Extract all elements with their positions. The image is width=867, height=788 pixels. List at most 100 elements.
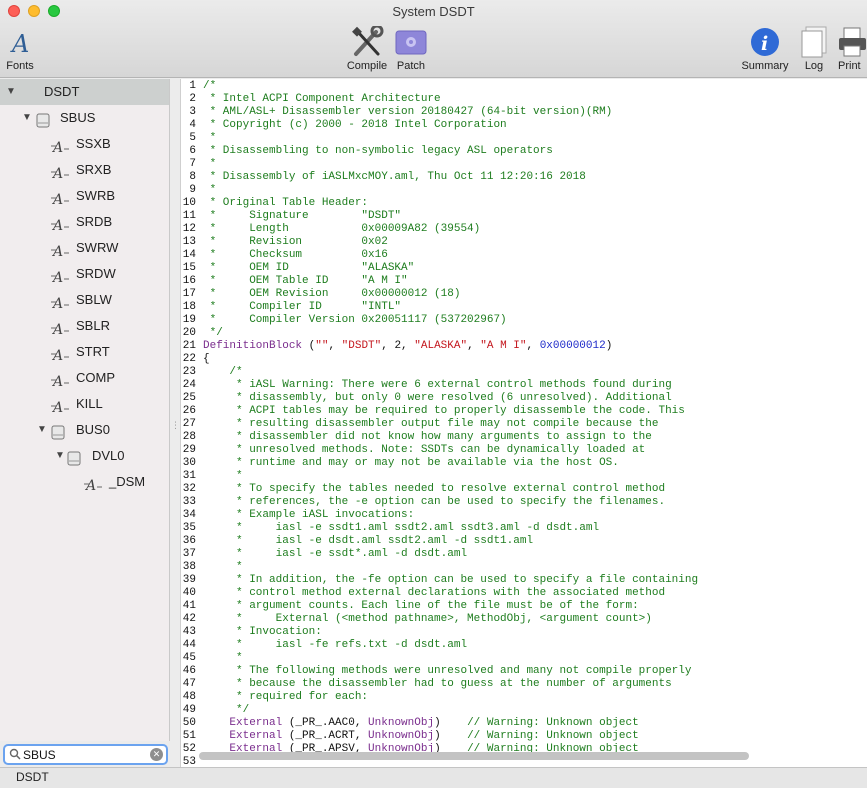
code-line[interactable]: 5 * [181,132,867,145]
code-line[interactable]: 21 DefinitionBlock ("", "DSDT", 2, "ALASK… [181,340,867,353]
disclosure-triangle-icon[interactable]: ▼ [6,79,16,105]
sidebar-item-label: COMP [76,370,115,385]
horizontal-scrollbar[interactable] [199,752,749,760]
line-number: 27 [182,418,196,430]
sidebar-item-label: DVL0 [92,448,125,463]
code-line[interactable]: 15 * OEM ID "ALASKA" [181,262,867,275]
split-handle-icon[interactable]: ⋮ [171,420,180,431]
code-line[interactable]: 34 * Example iASL invocations: [181,509,867,522]
code-line[interactable]: 4 * Copyright (c) 2000 - 2018 Intel Corp… [181,119,867,132]
code-line[interactable]: 23 /* [181,366,867,379]
code-line[interactable]: 31 * [181,470,867,483]
code-line[interactable]: 43 * Invocation: [181,626,867,639]
code-text: * [203,184,217,197]
line-number: 51 [182,730,196,742]
log-button[interactable]: Log [799,26,829,72]
sidebar-item[interactable]: A SBLW [0,287,169,313]
print-button[interactable]: Print [838,26,867,72]
disclosure-triangle-icon[interactable]: ▼ [22,105,32,131]
code-line[interactable]: 48 * required for each: [181,691,867,704]
code-line[interactable]: 41 * argument counts. Each line of the f… [181,600,867,613]
code-line[interactable]: 9 * [181,184,867,197]
code-line[interactable]: 47 * because the disassembler had to gue… [181,678,867,691]
code-line[interactable]: 29 * unresolved methods. Note: SSDTs can… [181,444,867,457]
code-line[interactable]: 11 * Signature "DSDT" [181,210,867,223]
sidebar-item[interactable]: A SRDW [0,261,169,287]
code-text: { [203,353,210,366]
code-line[interactable]: 32 * To specify the tables needed to res… [181,483,867,496]
sidebar-item[interactable]: ▼ DSDT [0,79,169,105]
line-number: 13 [182,236,196,248]
sidebar-item[interactable]: A STRT [0,339,169,365]
sidebar-item[interactable]: A SWRW [0,235,169,261]
code-line[interactable]: 36 * iasl -e dsdt.aml ssdt2.aml -d ssdt1… [181,535,867,548]
sidebar-item[interactable]: ▼ DVL0 [0,443,169,469]
code-line[interactable]: 8 * Disassembly of iASLMxcMOY.aml, Thu O… [181,171,867,184]
code-line[interactable]: 19 * Compiler Version 0x20051117 (537202… [181,314,867,327]
summary-button[interactable]: i Summary [739,26,791,72]
patch-button[interactable]: Patch [394,26,428,72]
code-line[interactable]: 50 External (_PR_.AAC0, UnknownObj) // W… [181,717,867,730]
code-line[interactable]: 28 * disassembler did not know how many … [181,431,867,444]
clear-search-icon[interactable]: ✕ [150,748,163,761]
sidebar-item[interactable]: A COMP [0,365,169,391]
sidebar-item[interactable]: A SSXB [0,131,169,157]
code-token: * because the disassembler had to guess … [203,678,672,690]
code-line[interactable]: 13 * Revision 0x02 [181,236,867,249]
disclosure-triangle-icon[interactable]: ▼ [55,443,65,469]
search-input[interactable] [23,747,143,762]
line-number: 8 [189,171,196,183]
code-line[interactable]: 49 */ [181,704,867,717]
code-line[interactable]: 1 /* [181,80,867,93]
code-line[interactable]: 45 * [181,652,867,665]
sidebar-item[interactable]: ▼ SBUS [0,105,169,131]
code-token: * Disassembly of iASLMxcMOY.aml, Thu Oct… [203,171,586,183]
code-token: * AML/ASL+ Disassembler version 20180427… [203,106,613,118]
code-text: * To specify the tables needed to resolv… [203,483,665,496]
code-line[interactable]: 33 * references, the -e option can be us… [181,496,867,509]
code-line[interactable]: 42 * External (<method pathname>, Method… [181,613,867,626]
code-line[interactable]: 46 * The following methods were unresolv… [181,665,867,678]
code-editor[interactable]: 1/* 2 * Intel ACPI Component Architecture… [180,79,867,767]
sidebar-item[interactable]: A _DSM [0,469,169,495]
sidebar-item[interactable]: A SWRB [0,183,169,209]
code-line[interactable]: 51 External (_PR_.ACRT, UnknownObj) // W… [181,730,867,743]
code-line[interactable]: 27 * resulting disassembler output file … [181,418,867,431]
code-line[interactable]: 24 * iASL Warning: There were 6 external… [181,379,867,392]
code-line[interactable]: 10 * Original Table Header: [181,197,867,210]
code-token: "A M I" [480,340,527,352]
code-line[interactable]: 38 * [181,561,867,574]
code-line[interactable]: 44 * iasl -fe refs.txt -d dsdt.aml [181,639,867,652]
code-line[interactable]: 12 * Length 0x00009A82 (39554) [181,223,867,236]
code-line[interactable]: 37 * iasl -e ssdt*.aml -d dsdt.aml [181,548,867,561]
sidebar-item[interactable]: A SBLR [0,313,169,339]
code-line[interactable]: 30 * runtime and may or may not be avail… [181,457,867,470]
compile-button[interactable]: Compile [344,26,390,72]
sidebar-item[interactable]: A SRXB [0,157,169,183]
code-line[interactable]: 39 * In addition, the -fe option can be … [181,574,867,587]
code-line[interactable]: 40 * control method external declaration… [181,587,867,600]
code-line[interactable]: 2 * Intel ACPI Component Architecture [181,93,867,106]
code-view[interactable]: 1/* 2 * Intel ACPI Component Architecture… [181,80,867,767]
code-line[interactable]: 26 * ACPI tables may be required to prop… [181,405,867,418]
code-line[interactable]: 20 */ [181,327,867,340]
disclosure-triangle-icon[interactable]: ▼ [37,417,47,443]
search-field[interactable]: ✕ [3,744,168,765]
code-line[interactable]: 35 * iasl -e ssdt1.aml ssdt2.aml ssdt3.a… [181,522,867,535]
code-line[interactable]: 6 * Disassembling to non-symbolic legacy… [181,145,867,158]
code-line[interactable]: 22 { [181,353,867,366]
code-token: * iasl -e ssdt1.aml ssdt2.aml ssdt3.aml … [203,522,600,534]
code-line[interactable]: 14 * Checksum 0x16 [181,249,867,262]
sidebar-item[interactable]: ▼ BUS0 [0,417,169,443]
code-line[interactable]: 25 * disassembly, but only 0 were resolv… [181,392,867,405]
line-number: 31 [182,470,196,482]
code-line[interactable]: 7 * [181,158,867,171]
fonts-button[interactable]: A Fonts [5,26,35,72]
line-number: 11 [182,210,196,222]
code-line[interactable]: 18 * Compiler ID "INTL" [181,301,867,314]
sidebar-item[interactable]: A KILL [0,391,169,417]
code-line[interactable]: 16 * OEM Table ID "A M I" [181,275,867,288]
sidebar-item[interactable]: A SRDB [0,209,169,235]
code-line[interactable]: 17 * OEM Revision 0x00000012 (18) [181,288,867,301]
code-line[interactable]: 3 * AML/ASL+ Disassembler version 201804… [181,106,867,119]
